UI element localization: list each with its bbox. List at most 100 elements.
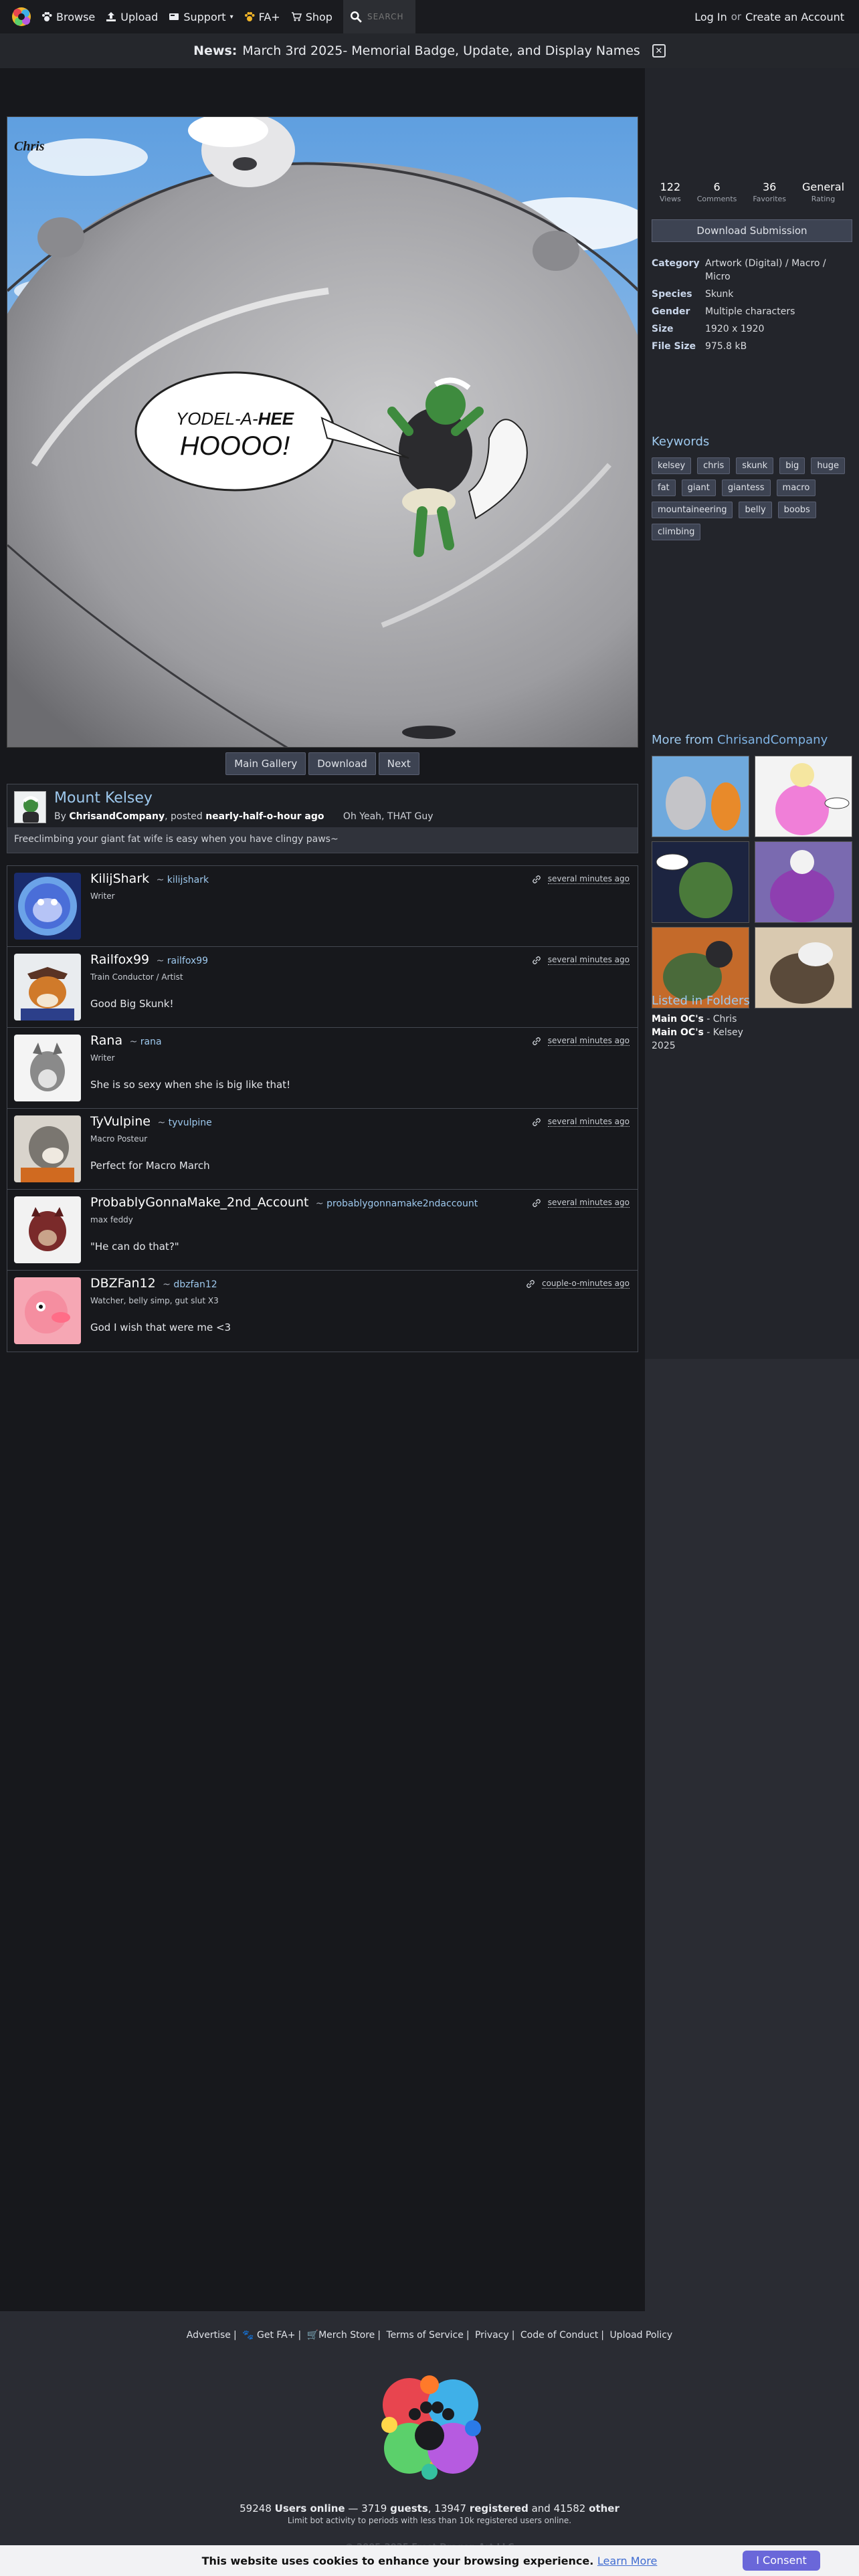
footer-advertise-link[interactable]: Advertise bbox=[187, 2330, 231, 2341]
commenter-avatar-image bbox=[14, 1115, 81, 1182]
commenter-title: max feddy bbox=[90, 1215, 133, 1224]
folder-item[interactable]: Main OC's - Kelsey bbox=[652, 1026, 743, 1039]
next-button[interactable]: Next bbox=[378, 752, 419, 775]
info-row-size: Size 1920 x 1920 bbox=[652, 322, 852, 336]
commenter-name-link[interactable]: Railfox99 bbox=[90, 952, 149, 967]
gallery-thumbnail[interactable] bbox=[755, 927, 852, 1008]
keyword-tag[interactable]: fat bbox=[652, 479, 676, 496]
keyword-tag[interactable]: boobs bbox=[777, 502, 816, 518]
thumbnail-image bbox=[755, 756, 852, 837]
commenter-avatar[interactable] bbox=[14, 954, 81, 1021]
search-input[interactable] bbox=[367, 12, 414, 21]
search-icon[interactable] bbox=[350, 11, 362, 23]
info-row-gender: Gender Multiple characters bbox=[652, 305, 852, 318]
download-button[interactable]: Download bbox=[308, 752, 376, 775]
nav-support[interactable]: Support ▾ bbox=[169, 11, 233, 23]
create-account-link[interactable]: Create an Account bbox=[745, 11, 844, 23]
more-from-gallery bbox=[652, 756, 852, 1008]
commenter-name: ProbablyGonnaMake_2nd_Account ~ probably… bbox=[90, 1195, 478, 1210]
nav-shop[interactable]: Shop bbox=[291, 11, 332, 23]
link-icon[interactable] bbox=[532, 1198, 541, 1208]
submission-byline: By ChrisandCompany, posted nearly-half-o… bbox=[54, 811, 434, 822]
submission-image[interactable]: YODEL-A-HEE HOOOO! Chris bbox=[7, 116, 638, 748]
dash: — bbox=[348, 2502, 359, 2514]
keyword-tag[interactable]: skunk bbox=[736, 457, 774, 474]
commenter-handle-link[interactable]: kilijshark bbox=[167, 875, 209, 885]
commenter-name-link[interactable]: TyVulpine bbox=[90, 1114, 151, 1129]
comment-item: Rana ~ rana Writer She is so sexy when s… bbox=[7, 1028, 638, 1109]
link-icon[interactable] bbox=[532, 875, 541, 884]
nav-upload[interactable]: Upload bbox=[106, 11, 158, 23]
keyword-tag[interactable]: giant bbox=[681, 479, 716, 496]
site-logo-icon[interactable] bbox=[9, 5, 33, 29]
keyword-tag[interactable]: macro bbox=[776, 479, 816, 496]
more-from-author-link[interactable]: ChrisandCompany bbox=[717, 733, 828, 747]
consent-button[interactable]: I Consent bbox=[743, 2551, 820, 2571]
keyword-tag[interactable]: climbing bbox=[652, 524, 701, 540]
submission-stats: 122 Views 6 Comments 36 Favorites General Ra… bbox=[652, 181, 852, 203]
commenter-handle-link[interactable]: rana bbox=[140, 1037, 162, 1047]
nav-browse-label: Browse bbox=[56, 10, 96, 23]
commenter-avatar[interactable] bbox=[14, 1277, 81, 1344]
keyword-tag[interactable]: giantess bbox=[721, 479, 771, 496]
keyword-tag[interactable]: huge bbox=[811, 457, 846, 474]
posted-label: , posted bbox=[165, 811, 203, 822]
commenter-handle-link[interactable]: probablygonnamake2ndaccount bbox=[326, 1198, 478, 1209]
commenter-avatar[interactable] bbox=[14, 1035, 81, 1101]
commenter-handle-link[interactable]: tyvulpine bbox=[169, 1117, 212, 1128]
commenter-name-link[interactable]: Rana bbox=[90, 1033, 122, 1048]
main-gallery-button[interactable]: Main Gallery bbox=[225, 752, 306, 775]
link-icon[interactable] bbox=[532, 1117, 541, 1127]
nav-browse[interactable]: Browse bbox=[41, 11, 95, 23]
link-icon[interactable] bbox=[532, 1037, 541, 1046]
keyword-tag[interactable]: chris bbox=[697, 457, 731, 474]
comment-time: several minutes ago bbox=[547, 1036, 630, 1046]
folder-item[interactable]: 2025 bbox=[652, 1039, 743, 1053]
footer-merch-link[interactable]: 🛒Merch Store bbox=[307, 2330, 375, 2341]
gallery-thumbnail[interactable] bbox=[652, 841, 749, 923]
link-icon[interactable] bbox=[532, 956, 541, 965]
commenter-handle-link[interactable]: railfox99 bbox=[167, 956, 208, 966]
commenter-name: DBZFan12 ~ dbzfan12 bbox=[90, 1276, 217, 1291]
nav-faplus[interactable]: FA+ bbox=[244, 11, 280, 23]
footer-getfa-link[interactable]: 🐾 Get FA+ bbox=[242, 2330, 295, 2341]
gallery-thumbnail[interactable] bbox=[755, 756, 852, 837]
commenter-avatar[interactable] bbox=[14, 1196, 81, 1263]
learn-more-link[interactable]: Learn More bbox=[597, 2555, 657, 2567]
comment-text: She is so sexy when she is big like that… bbox=[90, 1079, 291, 1091]
commenter-name-link[interactable]: ProbablyGonnaMake_2nd_Account bbox=[90, 1195, 308, 1210]
download-submission-button[interactable]: Download Submission bbox=[652, 219, 852, 242]
footer-privacy-link[interactable]: Privacy bbox=[475, 2330, 509, 2341]
keyword-tag[interactable]: kelsey bbox=[652, 457, 692, 474]
commenter-handle-link[interactable]: dbzfan12 bbox=[173, 1279, 217, 1290]
site-footer: Advertise | 🐾 Get FA+ | 🛒Merch Store | Term… bbox=[0, 2311, 859, 2576]
commenter-avatar[interactable] bbox=[14, 1115, 81, 1182]
keyword-tag[interactable]: belly bbox=[739, 502, 772, 518]
top-navigation: Browse Upload Support ▾ FA+ Shop Log In … bbox=[0, 0, 859, 33]
other-count: 41582 bbox=[553, 2502, 586, 2514]
keyword-tag[interactable]: mountaineering bbox=[652, 502, 733, 518]
stat-value: General bbox=[801, 181, 845, 193]
dismiss-news-icon[interactable]: ✕ bbox=[652, 44, 666, 58]
folder-item[interactable]: Main OC's - Chris bbox=[652, 1012, 743, 1026]
commenter-handle: ~ rana bbox=[126, 1037, 162, 1047]
stat-rating: General Rating bbox=[802, 181, 844, 203]
footer-tos-link[interactable]: Terms of Service bbox=[386, 2330, 463, 2341]
keyword-tag[interactable]: big bbox=[779, 457, 805, 474]
link-icon[interactable] bbox=[526, 1279, 535, 1289]
commenter-handle: ~ tyvulpine bbox=[155, 1117, 212, 1128]
news-link[interactable]: March 3rd 2025- Memorial Badge, Update, … bbox=[242, 43, 640, 58]
footer-coc-link[interactable]: Code of Conduct bbox=[520, 2330, 598, 2341]
footer-merch-label: Merch Store bbox=[318, 2330, 375, 2341]
commenter-avatar-image bbox=[14, 1035, 81, 1101]
footer-upload-policy-link[interactable]: Upload Policy bbox=[609, 2330, 672, 2341]
gallery-thumbnail[interactable] bbox=[652, 756, 749, 837]
gallery-thumbnail[interactable] bbox=[755, 841, 852, 923]
commenter-avatar[interactable] bbox=[14, 873, 81, 940]
info-row-filesize: File Size 975.8 kB bbox=[652, 340, 852, 353]
author-avatar[interactable] bbox=[14, 791, 46, 823]
commenter-name-link[interactable]: DBZFan12 bbox=[90, 1276, 156, 1291]
author-link[interactable]: ChrisandCompany bbox=[69, 811, 165, 822]
commenter-name-link[interactable]: KilijShark bbox=[90, 871, 149, 886]
login-link[interactable]: Log In bbox=[694, 11, 727, 23]
